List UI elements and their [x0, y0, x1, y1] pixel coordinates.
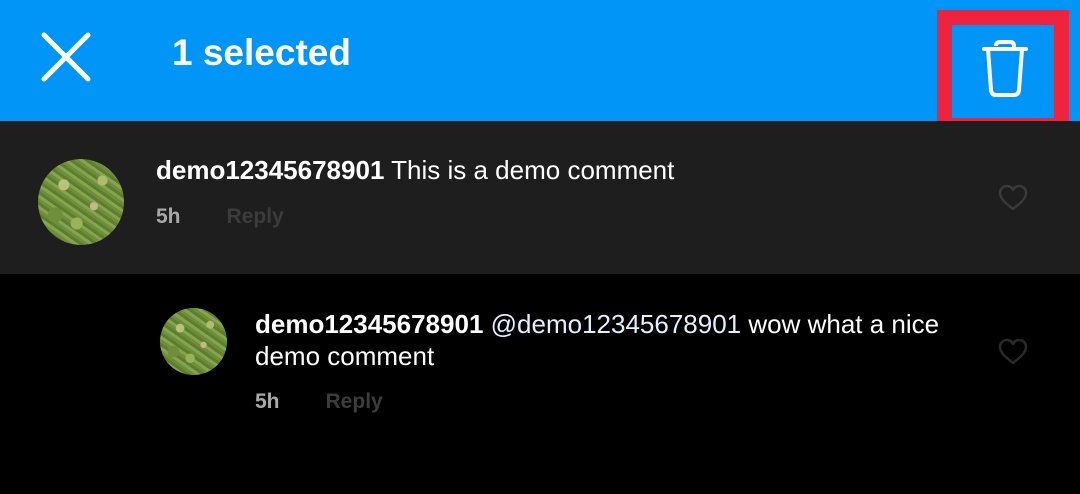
avatar[interactable]	[38, 159, 124, 245]
selection-toolbar: 1 selected	[0, 0, 1080, 133]
delete-button[interactable]	[937, 10, 1069, 133]
comment-mention[interactable]: @demo12345678901	[491, 309, 742, 339]
reply-button[interactable]: Reply	[227, 205, 284, 228]
comment-username[interactable]: demo12345678901	[255, 309, 483, 339]
comment-row-reply[interactable]: demo12345678901 @demo12345678901 wow wha…	[0, 274, 1080, 494]
avatar[interactable]	[160, 308, 227, 375]
comment-meta: 5h Reply	[156, 204, 284, 230]
close-icon	[41, 32, 91, 82]
comment-meta: 5h Reply	[255, 389, 383, 415]
comment-row-selected[interactable]: demo12345678901 This is a demo comment 5…	[0, 121, 1080, 274]
close-button[interactable]	[36, 27, 96, 87]
trash-icon	[982, 40, 1028, 97]
like-button[interactable]	[998, 338, 1028, 371]
like-button[interactable]	[998, 184, 1028, 217]
comment-time: 5h	[156, 205, 181, 228]
heart-icon	[998, 184, 1028, 211]
comment-time: 5h	[255, 390, 280, 413]
comment-body: This is a demo comment	[384, 155, 675, 185]
heart-icon	[998, 338, 1028, 365]
reply-button[interactable]: Reply	[326, 390, 383, 413]
comment-text: demo12345678901 This is a demo comment	[156, 154, 916, 186]
comment-username[interactable]: demo12345678901	[156, 155, 384, 185]
selection-title: 1 selected	[172, 32, 351, 73]
comment-text: demo12345678901 @demo12345678901 wow wha…	[255, 308, 955, 372]
